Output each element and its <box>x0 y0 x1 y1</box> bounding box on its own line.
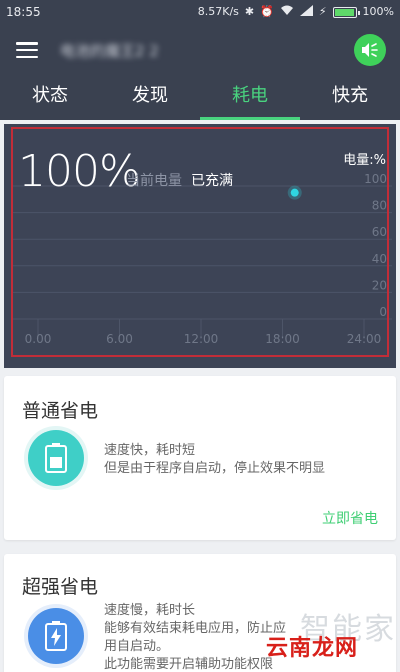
current-level-label: 当前电量 <box>126 173 182 189</box>
wifi-icon <box>280 5 294 19</box>
battery-bolt-icon <box>28 608 84 664</box>
tab-power-usage[interactable]: 耗电 <box>200 76 300 120</box>
speaker-button[interactable] <box>354 34 386 66</box>
card-title: 普通省电 <box>22 400 99 422</box>
card-title: 超强省电 <box>22 576 99 598</box>
status-time: 18:55 <box>6 5 41 19</box>
desc-line: 用自启动。 <box>104 639 170 654</box>
card-description: 速度快，耗时短 但是由于程序自启动，停止效果不明显 <box>104 442 325 478</box>
tab-bar: 状态 发现 耗电 快充 <box>0 76 400 120</box>
bluetooth-icon: ✱ <box>244 5 255 18</box>
desc-line: 但是由于程序自启动，停止效果不明显 <box>104 461 326 476</box>
watermark-logo: 云南龙网 <box>266 636 359 661</box>
network-speed: 8.57K/s <box>197 5 239 18</box>
y-axis-unit: 电量:% <box>343 153 386 168</box>
status-bar: 18:55 8.57K/s ✱ ⏰ ⚡ 100% <box>0 0 400 24</box>
app-bar: 电池的魔王2 2 <box>0 24 400 76</box>
desc-line: 速度慢，耗时长 <box>104 603 196 618</box>
speaker-icon <box>362 43 378 57</box>
tab-discover[interactable]: 发现 <box>100 76 200 120</box>
status-icons: 8.57K/s ✱ ⏰ ⚡ 100% <box>198 5 394 19</box>
charge-status: 已充满 <box>191 173 233 189</box>
signal-icon <box>299 5 313 19</box>
battery-percent-large: 100% <box>18 146 141 197</box>
battery-percent: 100% <box>362 5 394 18</box>
battery-icon <box>28 430 84 486</box>
desc-line: 此功能需要开启辅助功能权限 <box>104 657 274 672</box>
desc-line: 能够有效结束耗电应用，防止应 <box>104 621 287 636</box>
desc-line: 速度快，耗时短 <box>104 443 196 458</box>
app-title: 电池的魔王2 2 <box>60 41 159 60</box>
tab-status[interactable]: 状态 <box>0 76 100 120</box>
charging-icon: ⚡ <box>318 5 327 18</box>
alarm-icon: ⏰ <box>260 5 274 18</box>
normal-save-card[interactable]: 普通省电 速度快，耗时短 但是由于程序自启动，停止效果不明显 立即省电 <box>4 376 396 540</box>
battery-chart-panel: 100 80 60 40 20 0 0.00 6.00 12:00 18:00 24:00 100%… <box>4 124 396 368</box>
menu-icon[interactable] <box>16 42 38 58</box>
tab-fast-charge[interactable]: 快充 <box>300 76 400 120</box>
card-description: 速度慢，耗时长 能够有效结束耗电应用，防止应 用自启动。 此功能需要开启辅助功能… <box>104 602 286 672</box>
battery-icon <box>332 6 360 18</box>
save-now-button[interactable]: 立即省电 <box>322 508 378 528</box>
